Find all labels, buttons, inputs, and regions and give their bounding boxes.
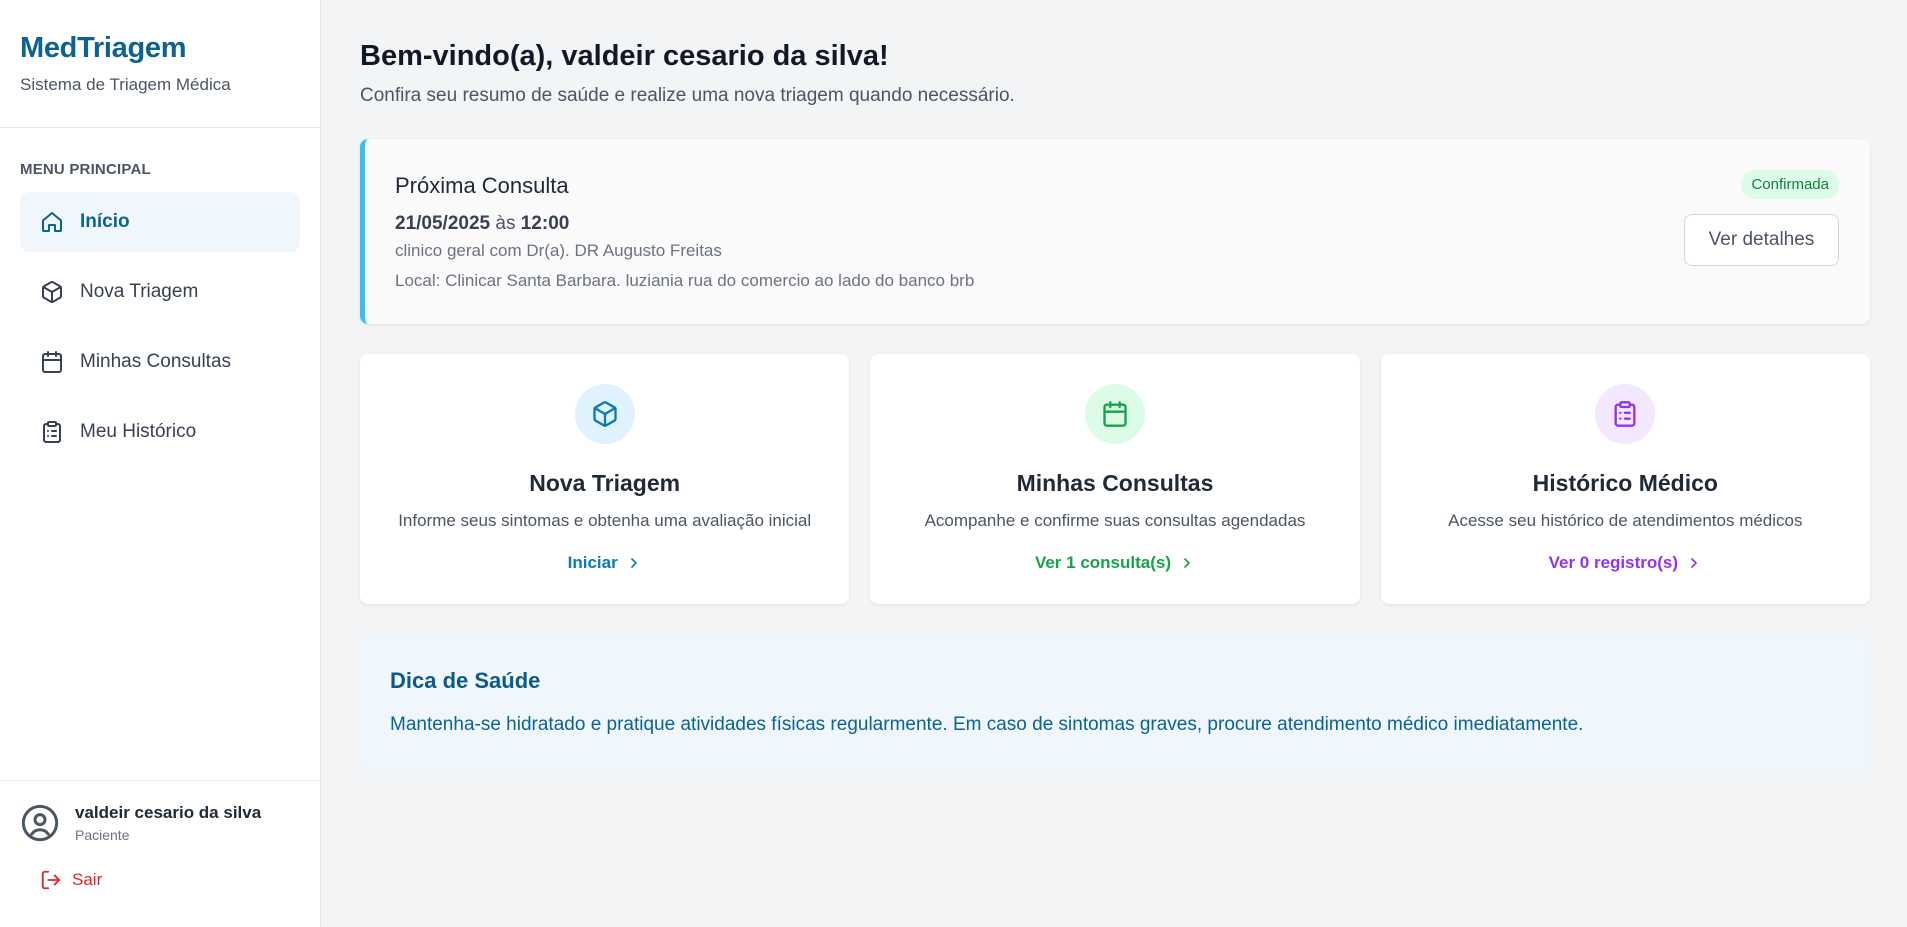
health-tip: Dica de Saúde Mantenha-se hidratado e pr… <box>360 634 1870 770</box>
sidebar-item-minhas-consultas[interactable]: Minhas Consultas <box>20 332 300 392</box>
card-title: Histórico Médico <box>1532 470 1718 496</box>
brand-title[interactable]: MedTriagem <box>20 32 300 65</box>
sidebar-item-label: Início <box>80 211 130 232</box>
user-name: valdeir cesario da silva <box>75 803 262 822</box>
details-button[interactable]: Ver detalhes <box>1684 214 1839 266</box>
card-link-label: Ver 0 registro(s) <box>1548 553 1679 572</box>
clipboard-icon <box>1595 384 1656 444</box>
appointment-date: 21/05/2025 <box>395 213 491 234</box>
main-content: Bem-vindo(a), valdeir cesario da silva! … <box>321 0 1907 927</box>
clipboard-icon <box>40 420 64 444</box>
appointment-title: Próxima Consulta <box>395 173 569 198</box>
chevron-right-icon <box>1179 555 1195 571</box>
sidebar-item-label: Meu Histórico <box>80 421 197 442</box>
user-panel: valdeir cesario da silva Paciente Sair <box>0 780 320 927</box>
view-appointments-link[interactable]: Ver 1 consulta(s) <box>1035 553 1195 573</box>
box-icon <box>40 280 64 304</box>
sidebar: MedTriagem Sistema de Triagem Médica MEN… <box>0 0 321 927</box>
card-link-label: Iniciar <box>567 553 618 572</box>
card-nova-triagem[interactable]: Nova Triagem Informe seus sintomas e obt… <box>360 354 850 604</box>
tip-title: Dica de Saúde <box>390 668 541 693</box>
card-description: Acesse seu histórico de atendimentos méd… <box>1448 511 1803 530</box>
sidebar-item-inicio[interactable]: Início <box>20 192 300 252</box>
page-title: Bem-vindo(a), valdeir cesario da silva! <box>360 40 889 72</box>
appointment-datetime: 21/05/2025 às 12:00 <box>395 213 1870 235</box>
user-circle-icon <box>20 803 60 843</box>
start-triage-link[interactable]: Iniciar <box>568 553 642 573</box>
appointment-location: Local: Clinicar Santa Barbara. luziania … <box>395 271 975 290</box>
menu-label: MENU PRINCIPAL <box>20 161 151 178</box>
card-link-label: Ver 1 consulta(s) <box>1034 553 1172 572</box>
card-title: Minhas Consultas <box>1016 470 1214 496</box>
main-nav: Início Nova Triagem Minhas Consultas Meu… <box>0 192 320 472</box>
appointment-time: 12:00 <box>520 213 570 234</box>
status-badge: Confirmada <box>1741 170 1839 199</box>
card-title: Nova Triagem <box>529 470 681 496</box>
card-description: Informe seus sintomas e obtenha uma aval… <box>398 511 812 530</box>
view-records-link[interactable]: Ver 0 registro(s) <box>1549 553 1702 573</box>
sidebar-item-label: Nova Triagem <box>80 281 199 302</box>
tip-text: Mantenha-se hidratado e pratique ativida… <box>390 714 1584 735</box>
box-icon <box>574 384 635 444</box>
brand-subtitle: Sistema de Triagem Médica <box>20 75 231 94</box>
appointment-doctor: clinico geral com Dr(a). DR Augusto Frei… <box>395 241 722 260</box>
logout-label: Sair <box>72 870 103 889</box>
card-historico-medico[interactable]: Histórico Médico Acesse seu histórico de… <box>1380 354 1870 604</box>
sidebar-item-meu-historico[interactable]: Meu Histórico <box>20 402 300 462</box>
page-subtitle: Confira seu resumo de saúde e realize um… <box>360 85 1015 106</box>
next-appointment-card: Próxima Consulta 21/05/2025 às 12:00 cli… <box>360 139 1870 324</box>
brand: MedTriagem Sistema de Triagem Médica <box>0 0 320 128</box>
card-minhas-consultas[interactable]: Minhas Consultas Acompanhe e confirme su… <box>870 354 1360 604</box>
calendar-icon <box>40 350 64 374</box>
calendar-icon <box>1084 384 1145 444</box>
sidebar-item-nova-triagem[interactable]: Nova Triagem <box>20 262 300 322</box>
chevron-right-icon <box>626 555 642 571</box>
sidebar-item-label: Minhas Consultas <box>80 351 232 372</box>
user-info: valdeir cesario da silva Paciente <box>20 803 300 843</box>
appointment-at: às <box>495 213 516 234</box>
logout-icon <box>40 869 62 891</box>
user-role: Paciente <box>75 827 130 843</box>
card-description: Acompanhe e confirme suas consultas agen… <box>924 511 1306 530</box>
chevron-right-icon <box>1686 555 1702 571</box>
logout-button[interactable]: Sair <box>40 869 300 891</box>
home-icon <box>40 210 64 234</box>
quick-actions: Nova Triagem Informe seus sintomas e obt… <box>360 354 1870 604</box>
